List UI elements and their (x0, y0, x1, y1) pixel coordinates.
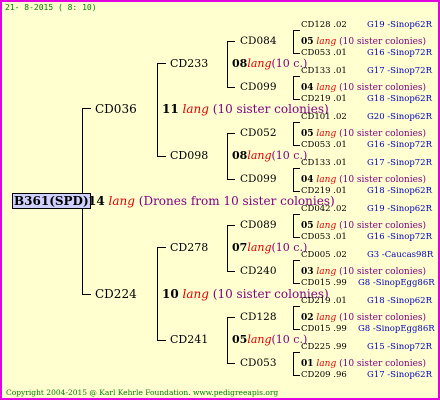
connector-g3-5b (293, 237, 300, 238)
g2-queen[interactable]: CD278 (170, 241, 208, 255)
pedigree-frame: 21- 8-2015 ( 8: 10) B361(SPD) 14 lang (D… (0, 0, 440, 400)
g3-queen[interactable]: CD052 (240, 126, 277, 140)
connector-g3-2b (293, 99, 300, 100)
connector-cd036-top (157, 63, 166, 64)
g3-mating: 02 lang (10 sister colonies) (301, 313, 427, 323)
g2-queen[interactable]: CD233 (170, 57, 208, 71)
connector-g2-4b (227, 363, 235, 364)
connector-g3-2a (293, 76, 300, 77)
g4-queen[interactable]: CD219 .01 G18 -Sinop62R (301, 296, 432, 306)
connector-g3-1a (293, 30, 300, 31)
g4-queen[interactable]: CD015 .99 G8 -SinopEgg86R (301, 324, 435, 334)
connector-g3-4b (293, 191, 300, 192)
connector-g3-2 (293, 76, 294, 99)
g2-mating: 08lang(10 c.) (232, 149, 308, 162)
g1-queen[interactable]: CD036 (95, 102, 137, 116)
g4-queen[interactable]: CD219 .01 G18 -Sinop62R (301, 186, 432, 196)
connector-cd224 (157, 247, 158, 340)
connector-g3-3a (293, 122, 300, 123)
g3-queen[interactable]: CD099 (240, 80, 277, 94)
g4-queen[interactable]: CD128 .02 G19 -Sinop62R (301, 20, 432, 30)
connector-g3-6b (293, 283, 300, 284)
g4-queen[interactable]: CD053 .01 G16 -Sinop72R (301, 140, 432, 150)
g3-queen[interactable]: CD084 (240, 34, 277, 48)
g4-queen[interactable]: CD005 .02 G3 -Caucas98R (301, 250, 433, 260)
connector-g3-5a (293, 214, 300, 215)
connector-g3-4 (293, 168, 294, 191)
connector-cd036-bottom (157, 156, 166, 157)
g4-queen[interactable]: CD015 .99 G8 -SinopEgg86R (301, 278, 435, 288)
connector-g3-1 (293, 30, 294, 53)
g2-queen[interactable]: CD098 (170, 149, 208, 163)
g1-queen[interactable]: CD224 (95, 287, 137, 301)
g4-queen[interactable]: CD219 .01 G18 -Sinop62R (301, 94, 432, 104)
root-mating: 14 lang (Drones from 10 sister colonies) (88, 194, 335, 208)
connector-g2-2 (227, 133, 228, 179)
g3-queen[interactable]: CD089 (240, 218, 277, 232)
g3-mating: 05 lang (10 sister colonies) (301, 129, 427, 139)
g4-queen[interactable]: CD042 .02 G19 -Sinop62R (301, 204, 432, 214)
connector-root-top (82, 108, 91, 109)
g4-queen[interactable]: CD209 .96 G17 -Sinop62R (301, 370, 432, 380)
connector-g2-4 (227, 317, 228, 363)
g3-mating: 04 lang (10 sister colonies) (301, 175, 427, 185)
connector-g3-6a (293, 260, 300, 261)
copyright-footer: Copyright 2004-2015 @ Karl Kehrle Founda… (6, 388, 279, 397)
g2-mating: 05lang(10 c.) (232, 333, 308, 346)
connector-g2-4a (227, 317, 235, 318)
g2-queen[interactable]: CD241 (170, 333, 208, 347)
connector-cd224-top (157, 247, 166, 248)
g3-queen[interactable]: CD053 (240, 356, 277, 370)
g2-mating: 08lang(10 c.) (232, 57, 308, 70)
date-stamp: 21- 8-2015 ( 8: 10) (5, 3, 97, 12)
g3-mating: 04 lang (10 sister colonies) (301, 83, 427, 93)
g3-mating: 03 lang (10 sister colonies) (301, 267, 427, 277)
connector-g3-8a (293, 352, 300, 353)
root-queen[interactable]: B361(SPD) (12, 193, 91, 209)
g4-queen[interactable]: CD101 .02 G20 -Sinop62R (301, 112, 432, 122)
g4-queen[interactable]: CD053 .01 G16 -Sinop72R (301, 48, 432, 58)
connector-g3-1b (293, 53, 300, 54)
connector-g2-3 (227, 225, 228, 271)
connector-g3-8b (293, 375, 300, 376)
connector-g3-8 (293, 352, 294, 375)
g3-mating: 05 lang (10 sister colonies) (301, 221, 427, 231)
g4-queen[interactable]: CD133 .01 G17 -Sinop72R (301, 158, 432, 168)
mating-station: lang (108, 194, 135, 208)
connector-g2-1a (227, 41, 235, 42)
connector-g3-3 (293, 122, 294, 145)
connector-root-bottom (82, 294, 91, 295)
connector-g2-1 (227, 41, 228, 87)
g4-queen[interactable]: CD133 .01 G17 -Sinop72R (301, 66, 432, 76)
connector-g3-3b (293, 145, 300, 146)
g3-queen[interactable]: CD099 (240, 172, 277, 186)
connector-g2-2a (227, 133, 235, 134)
g2-mating: 07lang(10 c.) (232, 241, 308, 254)
g4-queen[interactable]: CD225 .99 G15 -Sinop72R (301, 342, 432, 352)
connector-cd224-bottom (157, 340, 166, 341)
connector-g3-4a (293, 168, 300, 169)
connector-g2-1b (227, 87, 235, 88)
connector-g2-2b (227, 179, 235, 180)
g3-mating: 05 lang (10 sister colonies) (301, 37, 427, 47)
g3-queen[interactable]: CD128 (240, 310, 277, 324)
g4-queen[interactable]: CD053 .01 G16 -Sinop72R (301, 232, 432, 242)
connector-g3-6 (293, 260, 294, 283)
connector-g3-5 (293, 214, 294, 237)
mating-count: 14 (88, 194, 105, 208)
connector-g2-3b (227, 271, 235, 272)
connector-g2-3a (227, 225, 235, 226)
connector-g3-7b (293, 329, 300, 330)
connector-g3-7 (293, 306, 294, 329)
connector-g3-7a (293, 306, 300, 307)
g3-mating: 01 lang (10 sister colonies) (301, 359, 427, 369)
g3-queen[interactable]: CD240 (240, 264, 277, 278)
connector-cd036 (157, 63, 158, 156)
